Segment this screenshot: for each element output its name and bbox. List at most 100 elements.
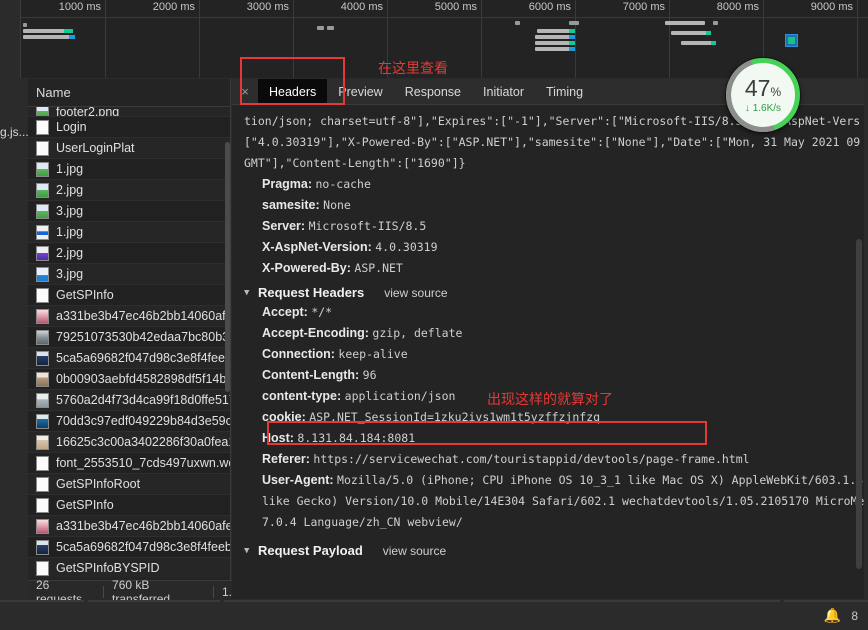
taskbar-segment [0, 600, 84, 602]
view-source-link[interactable]: view source [383, 544, 446, 558]
list-item-label: 2.jpg [56, 182, 84, 197]
image-thumb-icon [36, 107, 49, 116]
list-item[interactable]: UserLoginPlat [28, 138, 230, 159]
list-item[interactable]: 5760a2d4f73d4ca99f18d0ffe5176. [28, 390, 230, 411]
header-key: cookie: [262, 410, 310, 424]
header-key: X-Powered-By: [262, 261, 355, 275]
list-item-label: a331be3b47ec46b2bb14060afe15 [56, 518, 230, 533]
user-agent-continuation: 7.0.4 Language/zh_CN webview/ [262, 515, 463, 529]
list-item[interactable]: 2.jpg [28, 180, 230, 201]
timeline-tick-label: 9000 ms [810, 1, 853, 13]
list-item[interactable]: 1.jpg [28, 159, 230, 180]
list-item[interactable]: font_2553510_7cds497uxwn.woff.. [28, 453, 230, 474]
header-row: X-Powered-By: ASP.NET [244, 258, 864, 279]
timeline-tick: 1000 ms [21, 0, 106, 78]
header-value: None [323, 198, 351, 212]
document-icon [36, 140, 49, 156]
image-thumb-icon [36, 413, 49, 429]
request-headers-list-cont: Host: 8.131.84.184:8081 Referer: https://… [244, 428, 864, 491]
taskbar-segment [224, 600, 780, 602]
image-thumb-icon [36, 266, 49, 282]
chevron-down-icon[interactable]: ▼ [244, 288, 254, 298]
waterfall-bar [681, 41, 716, 45]
list-item[interactable]: 16625c3c00a3402286f30a0fea1e7 [28, 432, 230, 453]
header-key: Content-Length: [262, 368, 363, 382]
cookie-header-row: cookie: ASP.NET_SessionId=1zku2ivs1wm1t5… [244, 407, 864, 428]
taskbar: 🔔 8 [0, 600, 868, 630]
list-item[interactable]: GetSPInfo [28, 495, 230, 516]
list-item-label: 2.jpg [56, 245, 84, 260]
annotation-text-cookie: 出现这样的就算对了 [487, 391, 613, 407]
system-tray: 🔔 8 [824, 607, 858, 624]
list-item-label: 3.jpg [56, 266, 84, 281]
waterfall-bar [515, 21, 520, 25]
timeline-tick: 6000 ms [482, 0, 576, 78]
list-item[interactable]: 5ca5a69682f047d98c3e8f4feebbf. [28, 537, 230, 558]
close-icon[interactable]: × [232, 84, 258, 99]
view-source-link[interactable]: view source [384, 286, 447, 300]
list-item[interactable]: 3.jpg [28, 201, 230, 222]
header-value: 8.131.84.184:8081 [297, 431, 416, 445]
list-item[interactable]: 79251073530b42edaa7bc80b3aa.. [28, 327, 230, 348]
tab-headers[interactable]: Headers [258, 78, 328, 105]
list-item[interactable]: a331be3b47ec46b2bb14060afe15 [28, 306, 230, 327]
list-item-label: 5760a2d4f73d4ca99f18d0ffe5176. [56, 392, 230, 407]
timeline-tick-label: 7000 ms [622, 1, 665, 13]
request-headers-section-header[interactable]: ▼ Request Headers view source [244, 285, 864, 300]
tab-response[interactable]: Response [394, 79, 472, 105]
waterfall-bar [713, 21, 718, 25]
list-item-label: footer2.png [56, 107, 120, 117]
header-row: Accept-Encoding: gzip, deflate [244, 323, 864, 344]
list-item[interactable]: GetSPInfoRoot [28, 474, 230, 495]
list-item[interactable]: 5ca5a69682f047d98c3e8f4feebbf. [28, 348, 230, 369]
timeline-tick: 4000 ms [294, 0, 388, 78]
image-thumb-icon [36, 182, 49, 198]
list-item[interactable]: 2.jpg [28, 243, 230, 264]
header-key: Accept: [262, 305, 312, 319]
timeline-tick-label: 6000 ms [528, 1, 571, 13]
document-icon [36, 560, 49, 576]
list-item-label: 1.jpg [56, 224, 84, 239]
download-progress-indicator[interactable]: 47% ↓ 1.6K/s [713, 45, 813, 145]
taskbar-segment [784, 600, 868, 602]
header-row: Connection: keep-alive [244, 344, 864, 365]
bell-icon[interactable]: 🔔 [824, 607, 841, 624]
headers-content: tion/json; charset=utf-8"],"Expires":["-… [232, 105, 864, 599]
list-item[interactable]: Login [28, 117, 230, 138]
list-item[interactable]: 3.jpg [28, 264, 230, 285]
tab-timing[interactable]: Timing [535, 79, 594, 105]
image-thumb-icon [36, 308, 49, 324]
chevron-down-icon[interactable]: ▼ [244, 546, 254, 556]
waterfall-bar [569, 21, 579, 25]
waterfall-bar [327, 26, 334, 30]
tab-initiator[interactable]: Initiator [472, 79, 535, 105]
image-thumb-icon [36, 539, 49, 555]
header-row: samesite: None [244, 195, 864, 216]
list-item-label: 16625c3c00a3402286f30a0fea1e7 [56, 434, 230, 449]
document-icon [36, 287, 49, 303]
list-item[interactable]: 0b00903aebfd4582898df5f14b49. [28, 369, 230, 390]
image-thumb-icon [36, 392, 49, 408]
requests-list[interactable]: footer2.png Login UserLoginPlat 1.jpg 2.jpg 3… [28, 107, 230, 577]
list-item[interactable]: GetSPInfoBYSPID [28, 558, 230, 577]
request-payload-section-header[interactable]: ▼ Request Payload view source [244, 543, 864, 558]
header-key: Connection: [262, 347, 339, 361]
timeline-tick-label: 3000 ms [246, 1, 289, 13]
document-icon [36, 119, 49, 135]
list-item[interactable]: GetSPInfo [28, 285, 230, 306]
list-item[interactable]: 70dd3c97edf049229b84d3e59c06 [28, 411, 230, 432]
header-value: https://servicewechat.com/touristappid/d… [313, 452, 750, 466]
detail-pane-scrollbar[interactable] [856, 239, 862, 569]
list-item[interactable]: a331be3b47ec46b2bb14060afe15 [28, 516, 230, 537]
waterfall-bar [537, 29, 575, 33]
list-item[interactable]: footer2.png [28, 107, 230, 117]
image-thumb-icon [36, 518, 49, 534]
waterfall-bar [535, 35, 575, 39]
requests-list-scrollbar[interactable] [225, 142, 230, 392]
column-header-name[interactable]: Name [28, 79, 230, 107]
tab-preview[interactable]: Preview [327, 79, 393, 105]
header-row: Accept: */* [244, 302, 864, 323]
list-item[interactable]: 1.jpg [28, 222, 230, 243]
list-item-label: GetSPInfoRoot [56, 476, 141, 491]
header-row: Pragma: no-cache [244, 174, 864, 195]
